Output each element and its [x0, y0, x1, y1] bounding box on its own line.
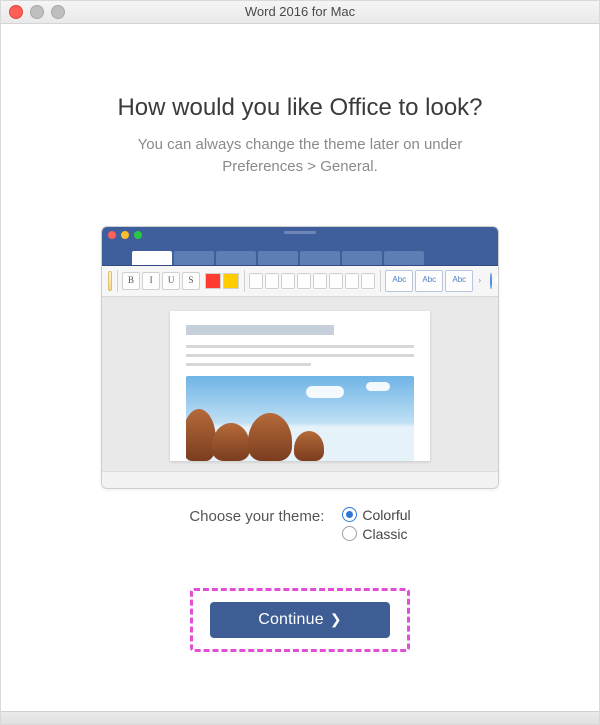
style-button: Abc: [445, 270, 473, 292]
window-footer-strip: [1, 711, 599, 724]
theme-prompt: Choose your theme:: [189, 507, 324, 525]
styles-group: Abc Abc Abc: [385, 270, 473, 292]
subtext-line-1: You can always change the theme later on…: [138, 136, 463, 153]
theme-preview: B I U S: [101, 226, 499, 489]
indent-less-icon: [345, 273, 359, 289]
preview-tab: [300, 251, 340, 265]
align-center-icon: [265, 273, 279, 289]
font-color-icon: [205, 273, 221, 289]
continue-button-label: Continue: [258, 611, 324, 629]
preview-doc-line: [186, 354, 414, 357]
italic-icon: I: [142, 272, 160, 290]
preview-document-page: [170, 311, 430, 461]
font-color-group: [205, 273, 239, 289]
preview-tab: [384, 251, 424, 265]
preview-status-bar: [102, 471, 498, 488]
preview-maximize-icon: [134, 231, 142, 239]
page-subtext: You can always change the theme later on…: [56, 134, 544, 178]
theme-radio-group: Colorful Classic: [342, 507, 410, 542]
preview-tab: [174, 251, 214, 265]
cloud-icon: [306, 386, 344, 398]
window-root: Word 2016 for Mac How would you like Off…: [0, 0, 600, 725]
align-justify-icon: [297, 273, 311, 289]
theme-radio-colorful[interactable]: Colorful: [342, 507, 410, 523]
preview-tab: [132, 251, 172, 265]
radio-dot-icon: [342, 526, 357, 541]
numbering-icon: [329, 273, 343, 289]
preview-document-area: [102, 297, 498, 471]
preview-doc-line: [186, 363, 311, 366]
preview-ribbon-tabs: [102, 245, 498, 266]
preview-minimize-icon: [121, 231, 129, 239]
chevron-right-icon: ›: [478, 273, 481, 289]
style-button: Abc: [415, 270, 443, 292]
continue-button[interactable]: Continue ❯: [210, 602, 390, 638]
paragraph-group: [249, 273, 375, 289]
highlight-color-icon: [223, 273, 239, 289]
preview-tab: [342, 251, 382, 265]
preview-grip-icon: [284, 231, 316, 234]
page-heading: How would you like Office to look?: [56, 94, 544, 122]
share-icon: [490, 273, 492, 289]
bold-icon: B: [122, 272, 140, 290]
preview-titlebar: [102, 227, 498, 245]
theme-radio-classic[interactable]: Classic: [342, 526, 407, 542]
annotation-highlight-box: Continue ❯: [190, 588, 410, 652]
indent-more-icon: [361, 273, 375, 289]
preview-traffic-lights: [108, 231, 142, 239]
align-left-icon: [249, 273, 263, 289]
preview-close-icon: [108, 231, 116, 239]
titlebar: Word 2016 for Mac: [1, 1, 599, 24]
radio-dot-icon: [342, 507, 357, 522]
strike-icon: S: [182, 272, 200, 290]
align-right-icon: [281, 273, 295, 289]
paste-icon: [108, 271, 112, 291]
preview-window: B I U S: [101, 226, 499, 489]
content-area: How would you like Office to look? You c…: [1, 94, 599, 652]
preview-doc-title: [186, 325, 334, 335]
radio-label: Colorful: [362, 507, 410, 523]
bullets-icon: [313, 273, 327, 289]
preview-tab: [258, 251, 298, 265]
style-button: Abc: [385, 270, 413, 292]
theme-chooser: Choose your theme: Colorful Classic: [56, 507, 544, 542]
underline-icon: U: [162, 272, 180, 290]
radio-label: Classic: [362, 526, 407, 542]
preview-doc-image: [186, 376, 414, 461]
preview-tab: [216, 251, 256, 265]
window-title: Word 2016 for Mac: [1, 1, 599, 23]
preview-toolbar: B I U S: [102, 266, 498, 297]
preview-doc-line: [186, 345, 414, 348]
font-style-group: B I U S: [122, 272, 200, 290]
subtext-line-2: Preferences > General.: [222, 158, 378, 175]
chevron-right-icon: ❯: [330, 611, 342, 628]
cloud-icon: [366, 382, 390, 391]
